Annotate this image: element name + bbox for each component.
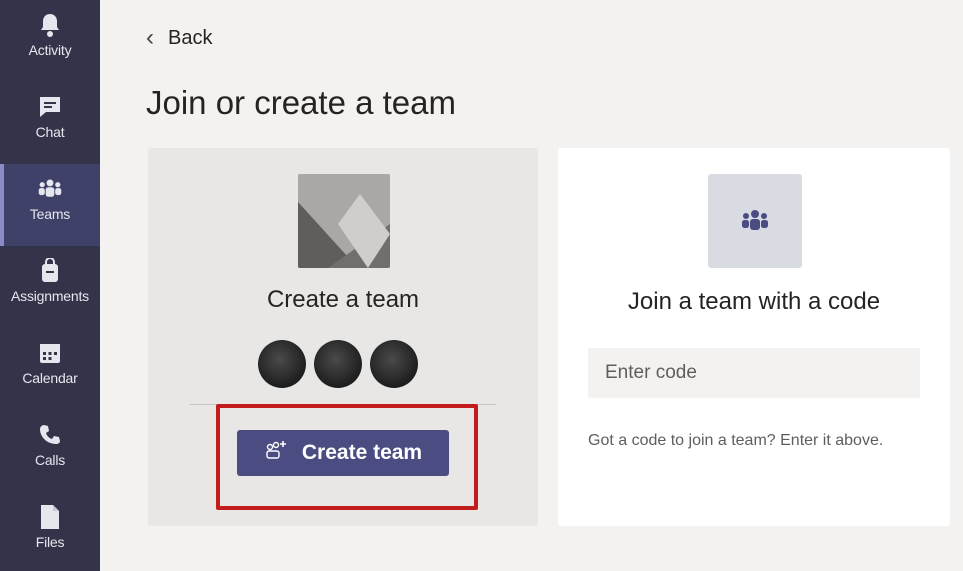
page-title: Join or create a team bbox=[146, 84, 456, 121]
sidebar-item-calls[interactable]: Calls bbox=[0, 410, 100, 492]
team-code-input[interactable] bbox=[588, 348, 920, 398]
sidebar-item-label: Calendar bbox=[22, 370, 78, 386]
join-hint: Got a code to join a team? Enter it abov… bbox=[588, 432, 884, 449]
join-team-title: Join a team with a code bbox=[627, 288, 881, 315]
create-team-button[interactable]: Create team bbox=[237, 430, 449, 476]
sidebar-item-files[interactable]: Files bbox=[0, 492, 100, 571]
sidebar-item-label: Chat bbox=[35, 124, 65, 140]
avatar bbox=[314, 340, 362, 388]
add-team-icon bbox=[264, 439, 288, 467]
sidebar-item-assignments[interactable]: Assignments bbox=[0, 246, 100, 328]
sidebar-item-label: Assignments bbox=[11, 288, 89, 304]
calendar-icon bbox=[37, 340, 63, 366]
member-avatars bbox=[258, 340, 418, 388]
sidebar-item-teams[interactable]: Teams bbox=[0, 164, 100, 246]
team-image-placeholder bbox=[298, 174, 390, 268]
teams-icon bbox=[37, 176, 63, 202]
sidebar-item-calendar[interactable]: Calendar bbox=[0, 328, 100, 410]
back-button[interactable]: ‹ Back bbox=[146, 26, 212, 50]
sidebar-item-label: Teams bbox=[29, 206, 71, 222]
sidebar-item-chat[interactable]: Chat bbox=[0, 82, 100, 164]
avatar bbox=[258, 340, 306, 388]
assignments-icon bbox=[37, 258, 63, 284]
teams-icon bbox=[708, 174, 802, 268]
join-team-card: Join a team with a code Got a code to jo… bbox=[558, 148, 950, 526]
file-icon bbox=[37, 504, 63, 530]
main-content: ‹ Back Join or create a team Create a te… bbox=[100, 0, 963, 571]
avatar bbox=[370, 340, 418, 388]
create-team-title: Create a team bbox=[266, 286, 420, 313]
bell-icon bbox=[37, 12, 63, 38]
sidebar-item-label: Calls bbox=[34, 452, 66, 468]
sidebar-item-activity[interactable]: Activity bbox=[0, 0, 100, 82]
sidebar-item-label: Activity bbox=[28, 42, 72, 58]
chevron-left-icon: ‹ bbox=[146, 24, 154, 51]
create-team-button-label: Create team bbox=[301, 441, 423, 464]
chat-icon bbox=[37, 94, 63, 120]
back-label: Back bbox=[168, 26, 213, 49]
sidebar-item-label: Files bbox=[35, 534, 65, 550]
app-bar: Activity Chat Teams Assignments Calendar… bbox=[0, 0, 100, 571]
phone-icon bbox=[37, 422, 63, 448]
